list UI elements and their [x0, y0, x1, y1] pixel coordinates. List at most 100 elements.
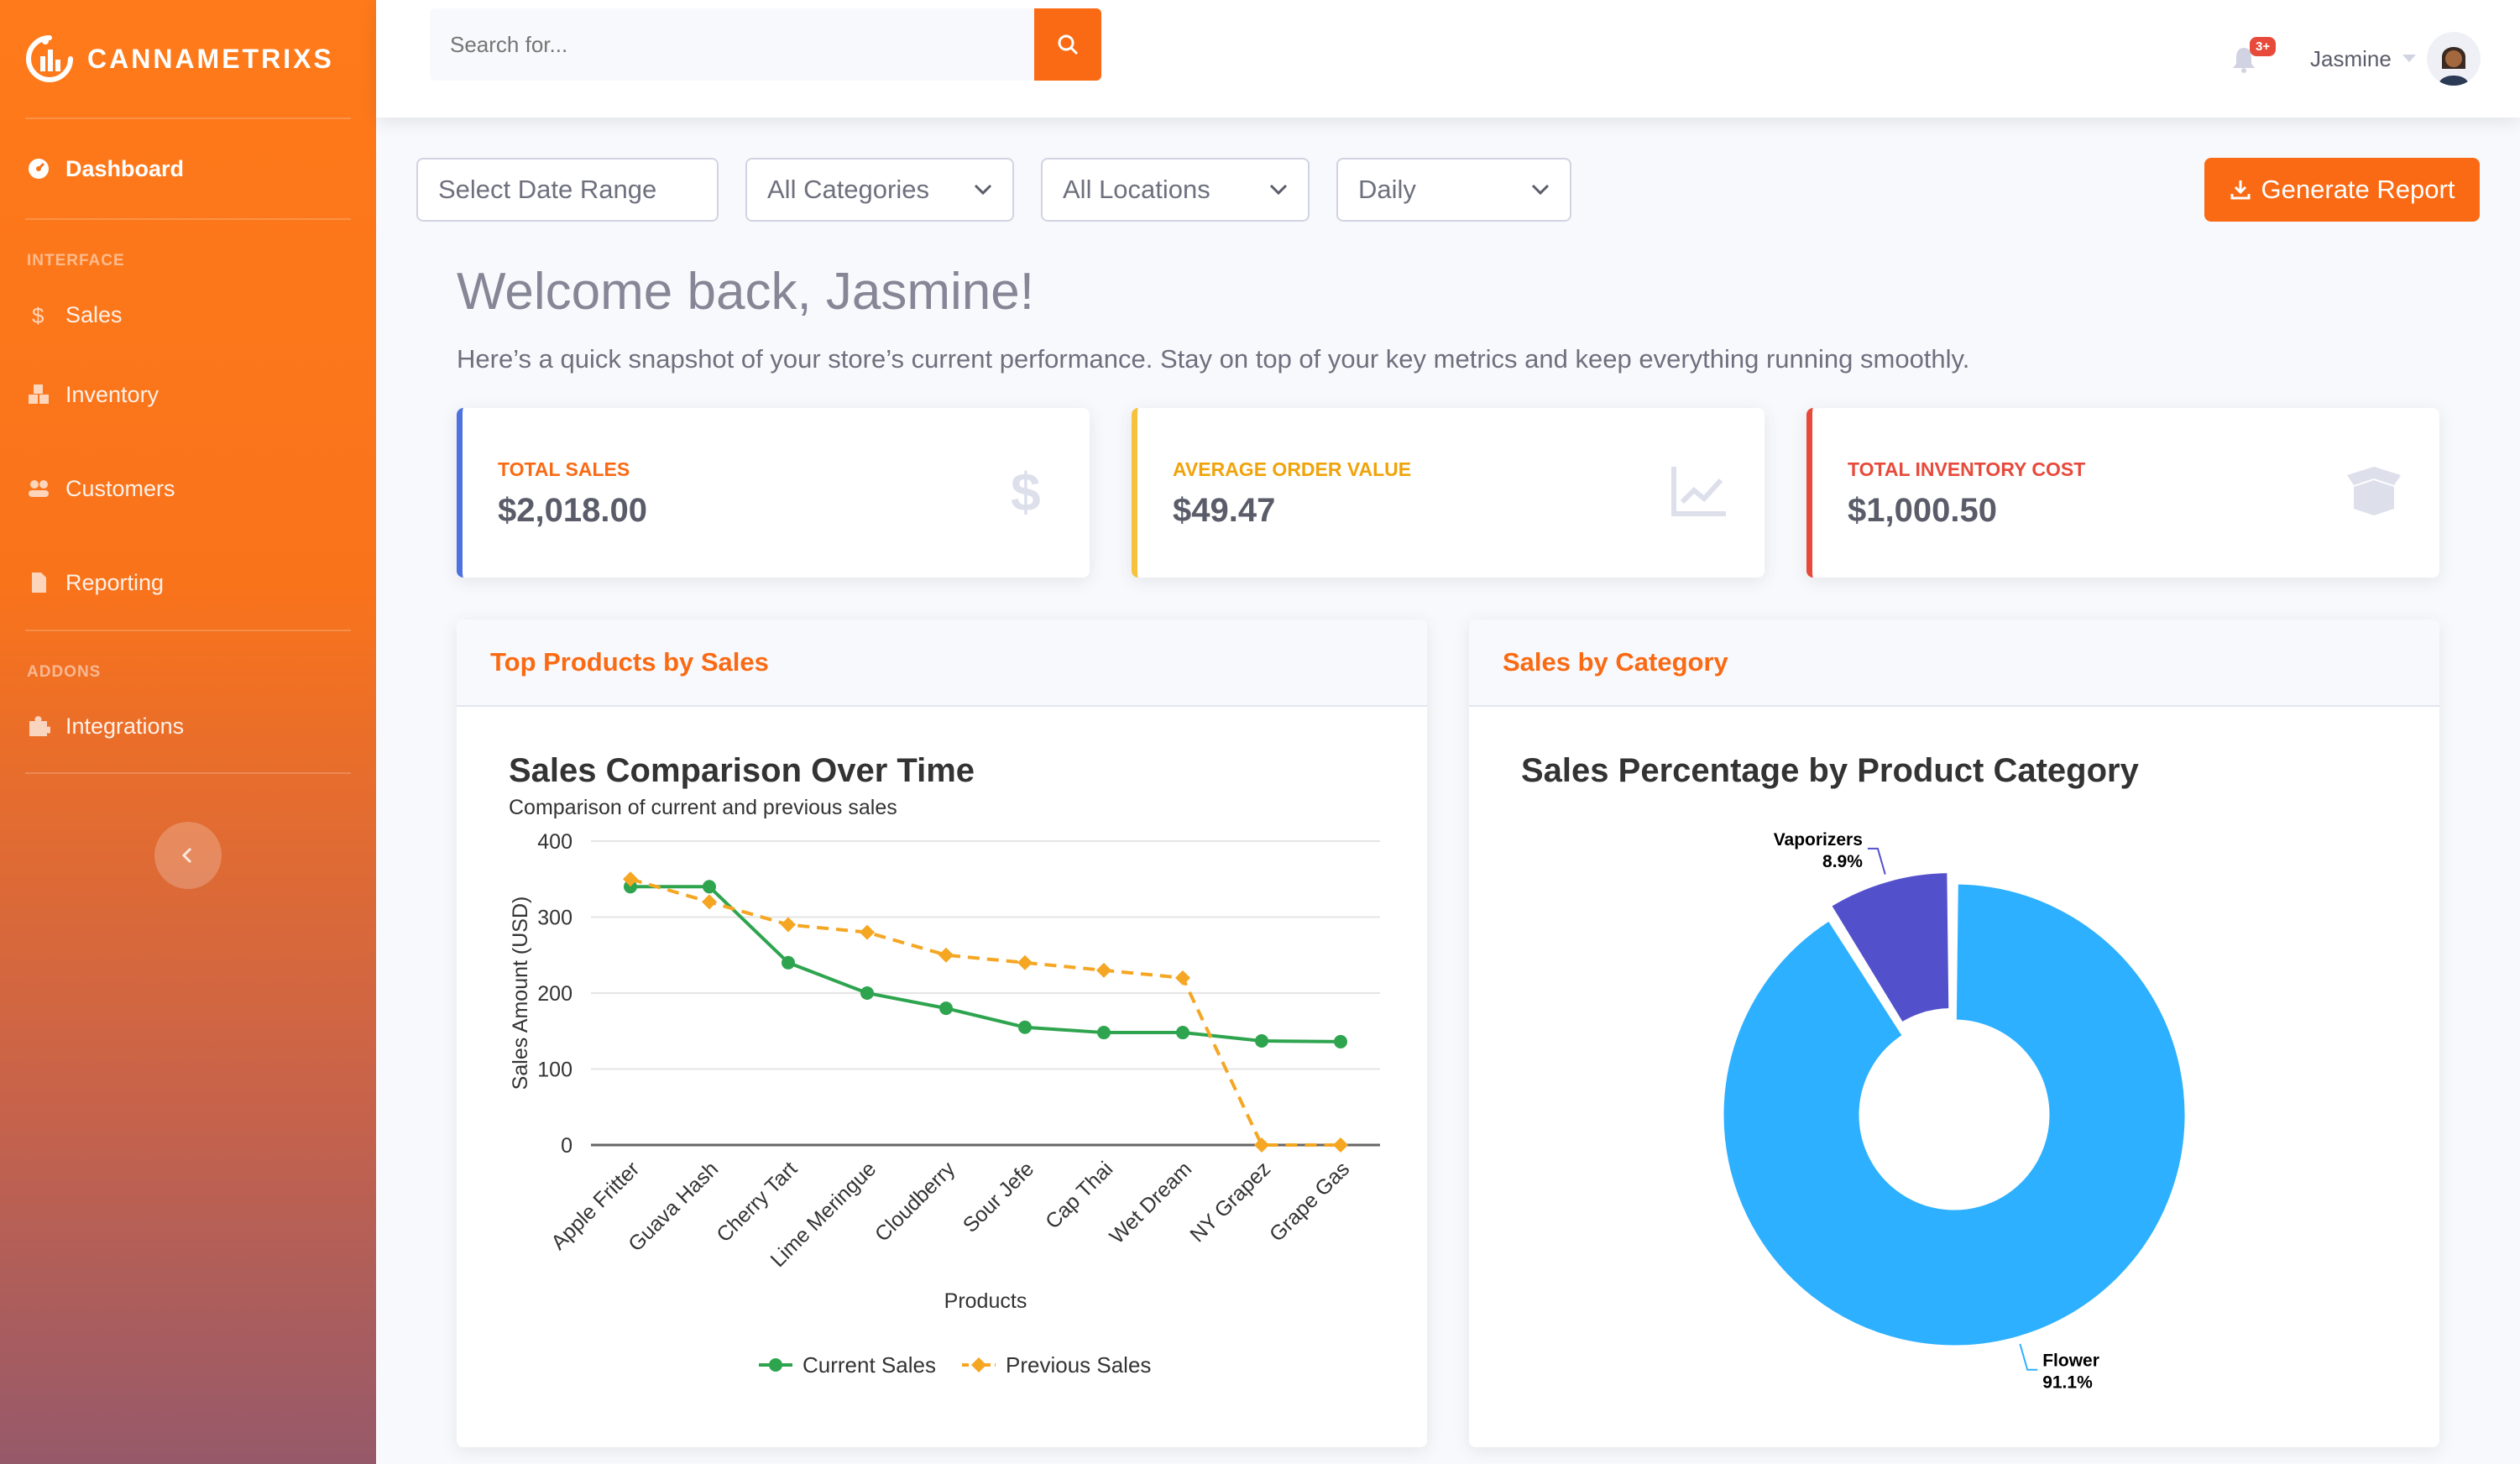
- sidebar-heading-interface: INTERFACE: [27, 252, 125, 269]
- data-point: [1018, 1020, 1032, 1034]
- data-point: [860, 986, 874, 1000]
- boxes-icon: [29, 384, 49, 404]
- dollar-icon: $: [32, 303, 44, 327]
- users-icon: [29, 480, 49, 497]
- leader-line: [1867, 847, 1886, 875]
- y-tick-label: 300: [537, 907, 572, 930]
- y-axis-label: Sales Amount (USD): [509, 897, 532, 1090]
- puzzle-icon: [29, 716, 50, 736]
- brand-name: CANNAMETRIXS: [87, 43, 334, 74]
- sidebar-item-inventory[interactable]: Inventory: [0, 348, 376, 442]
- kpi-value: $1,000.50: [1848, 492, 1997, 529]
- x-tick-label: Cap Thai: [1041, 1157, 1117, 1233]
- locations-select[interactable]: All Locations: [1041, 158, 1310, 222]
- search-icon: [1058, 34, 1079, 55]
- download-icon: [2230, 180, 2251, 200]
- data-point: [1017, 954, 1033, 970]
- card-top-products: Top Products by Sales Sales Comparison O…: [457, 620, 1427, 1447]
- sidebar-item-integrations[interactable]: Integrations: [0, 693, 376, 759]
- data-point: [1176, 1026, 1189, 1040]
- kpi-card-average-order-value: AVERAGE ORDER VALUE $49.47: [1132, 408, 1765, 578]
- sidebar-item-dashboard[interactable]: Dashboard: [0, 119, 376, 218]
- kpi-card-total-sales: TOTAL SALES $2,018.00 $: [457, 408, 1090, 578]
- data-point: [1175, 970, 1190, 986]
- sidebar-item-label: Dashboard: [65, 155, 185, 181]
- x-tick-label: NY Grapez: [1185, 1157, 1275, 1247]
- sidebar-item-label: Customers: [65, 475, 175, 501]
- chevron-left-icon: [181, 847, 192, 864]
- file-icon: [32, 573, 46, 593]
- sidebar-heading-addons: ADDONS: [27, 663, 102, 681]
- sidebar-toggle-button[interactable]: [154, 822, 222, 889]
- kpi-label: AVERAGE ORDER VALUE: [1173, 458, 1412, 480]
- sidebar-item-customers[interactable]: Customers: [0, 442, 376, 536]
- divider: [25, 772, 351, 774]
- kpi-label: TOTAL INVENTORY COST: [1848, 458, 2086, 480]
- legend-marker: [769, 1358, 782, 1372]
- line-chart: 0100200300400Apple FritterGuava HashCher…: [509, 830, 1380, 1378]
- series-line-current: [630, 885, 1341, 1043]
- kpi-value: $49.47: [1173, 492, 1276, 529]
- slice-label: Vaporizers: [1774, 830, 1863, 850]
- x-tick-label: Grape Gas: [1265, 1157, 1354, 1246]
- categories-select[interactable]: All Categories: [745, 158, 1014, 222]
- locations-value: All Locations: [1063, 175, 1210, 204]
- y-tick-label: 200: [537, 982, 572, 1006]
- data-point: [1333, 1137, 1348, 1153]
- notification-badge: 3+: [2250, 37, 2277, 56]
- sidebar-item-reporting[interactable]: Reporting: [0, 536, 376, 630]
- kpi-card-total-inventory-cost: TOTAL INVENTORY COST $1,000.50: [1806, 408, 2439, 578]
- search-input[interactable]: [430, 8, 1034, 81]
- leader-line: [2019, 1343, 2038, 1371]
- chevron-down-icon: [1269, 184, 1288, 196]
- notifications-button[interactable]: 3+: [2230, 37, 2277, 79]
- kpi-value: $2,018.00: [498, 492, 647, 529]
- avatar: [2426, 32, 2481, 86]
- series-line-previous: [630, 877, 1341, 1147]
- period-value: Daily: [1358, 175, 1416, 204]
- page-subtitle: Here’s a quick snapshot of your store’s …: [457, 344, 1970, 374]
- sidebar-item-label: Inventory: [65, 381, 159, 407]
- x-tick-label: Sour Jefe: [959, 1157, 1038, 1237]
- user-menu[interactable]: Jasmine: [2310, 30, 2481, 87]
- donut-slice-flower: [1721, 881, 2188, 1348]
- data-point: [1255, 1034, 1268, 1048]
- caret-down-icon: [2402, 55, 2416, 62]
- page-title: Welcome back, Jasmine!: [457, 263, 1034, 321]
- x-tick-label: Wet Dream: [1105, 1157, 1196, 1248]
- sidebar-item-label: Reporting: [65, 569, 165, 595]
- svg-text:$: $: [1011, 462, 1041, 520]
- topbar: 3+ Jasmine: [376, 0, 2520, 118]
- user-name: Jasmine: [2310, 45, 2392, 71]
- slice-percent: 8.9%: [1822, 852, 1863, 871]
- legend-label: Previous Sales: [1006, 1352, 1151, 1378]
- date-range-label: Select Date Range: [438, 175, 657, 204]
- period-select[interactable]: Daily: [1336, 158, 1571, 222]
- brand[interactable]: CANNAMETRIXS: [0, 0, 376, 118]
- box-open-icon: [2347, 467, 2401, 515]
- data-point: [703, 880, 716, 894]
- data-point: [939, 1001, 953, 1016]
- search-button[interactable]: [1034, 8, 1101, 81]
- generate-report-label: Generate Report: [2261, 175, 2455, 204]
- x-axis-label: Products: [944, 1289, 1027, 1313]
- line-chart-icon: [1671, 467, 1726, 516]
- data-point: [782, 955, 795, 970]
- data-point: [1334, 1034, 1347, 1048]
- date-range-picker[interactable]: Select Date Range: [416, 158, 719, 222]
- y-tick-label: 400: [537, 830, 572, 854]
- dollar-icon: $: [1011, 462, 1041, 520]
- search-bar: [430, 8, 1101, 81]
- dashboard-icon: [29, 159, 49, 179]
- data-point: [781, 917, 796, 933]
- generate-report-button[interactable]: Generate Report: [2204, 158, 2480, 222]
- categories-value: All Categories: [767, 175, 929, 204]
- chevron-down-icon: [974, 184, 992, 196]
- legend-marker: [971, 1357, 986, 1372]
- sidebar-item-sales[interactable]: $ Sales: [0, 282, 376, 348]
- svg-text:$: $: [32, 303, 44, 327]
- data-point: [1096, 962, 1111, 978]
- donut-chart: Flower 91.1% Vaporizers 8.9%: [1721, 830, 2188, 1393]
- sidebar-item-label: Integrations: [65, 713, 185, 739]
- slice-label: Flower: [2042, 1352, 2099, 1371]
